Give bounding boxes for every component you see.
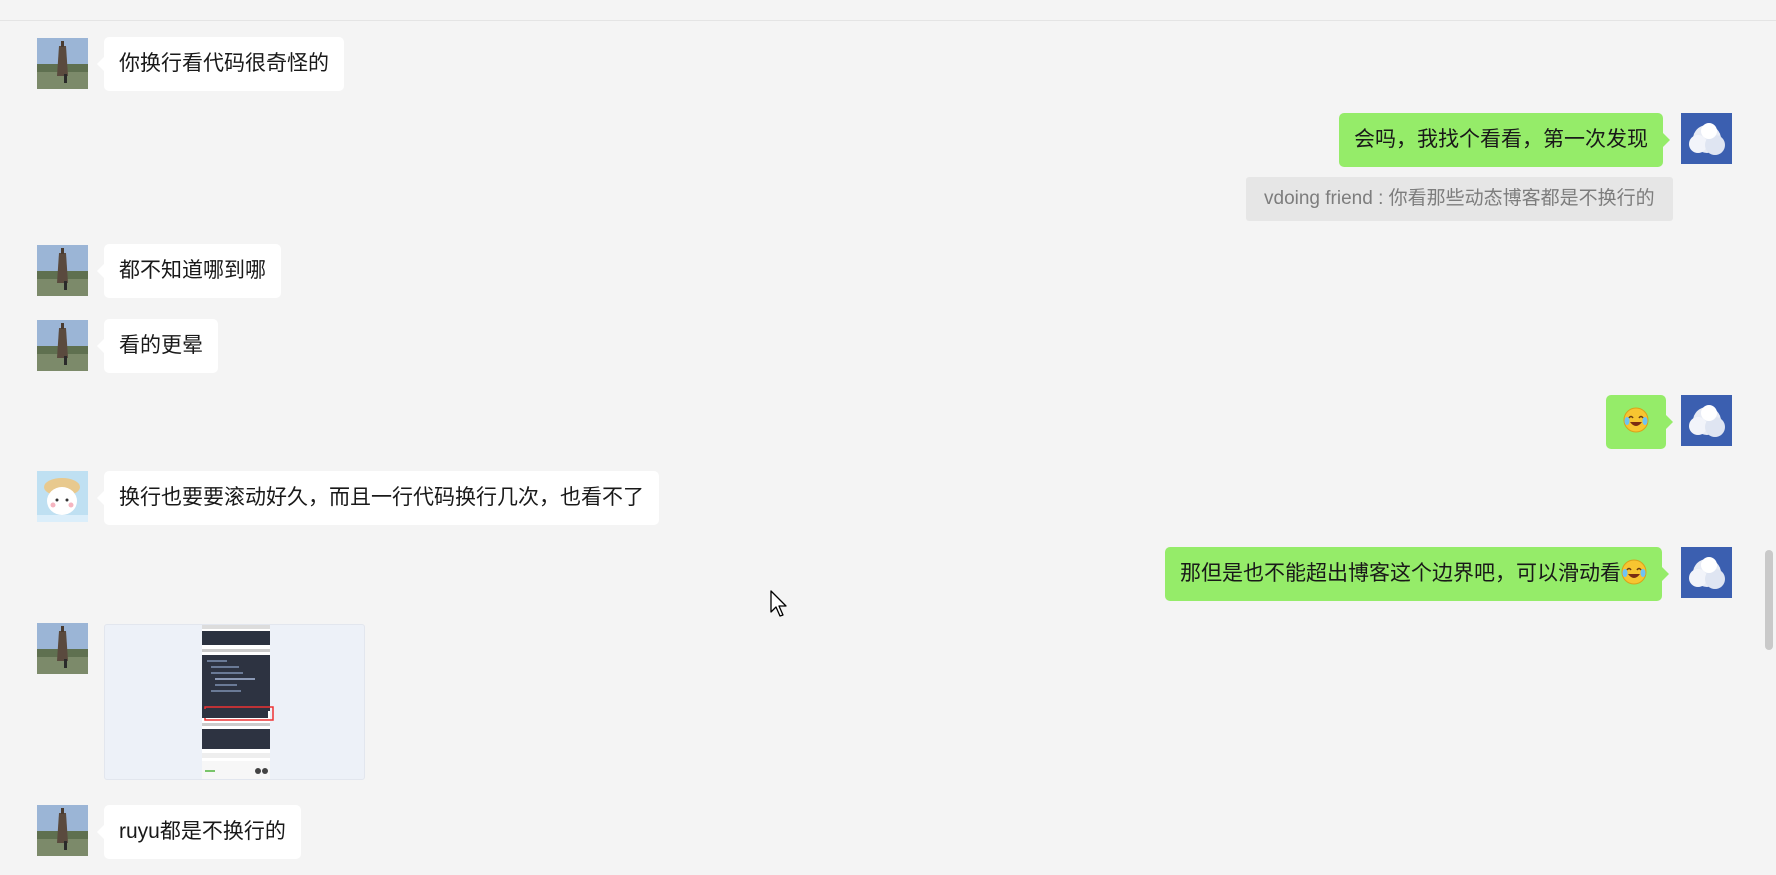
message-text: 都不知道哪到哪 [119,259,266,282]
message-text: 看的更晕 [119,334,203,357]
quote-text: vdoing friend : 你看那些动态博客都是不换行的 [1264,188,1655,209]
divider [0,20,1776,21]
image-message[interactable] [104,624,365,780]
message-bubble[interactable]: 那但是也不能超出博客这个边界吧，可以滑动看 [1165,547,1669,601]
code-screenshot-thumbnail [202,625,274,779]
sky-avatar-image [1681,547,1732,598]
sky-avatar-image [1681,395,1732,446]
message-text: ruyu都是不换行的 [119,820,286,843]
sky-avatar-image [1681,113,1732,164]
tower-avatar-image [37,320,88,371]
laughing-crying-emoji-icon [1621,559,1647,585]
message-text: 你换行看代码很奇怪的 [119,52,329,75]
message-text: 换行也要要滚动好久，而且一行代码换行几次，也看不了 [119,486,644,509]
message-bubble[interactable]: 换行也要要滚动好久，而且一行代码换行几次，也看不了 [97,471,659,525]
avatar[interactable] [1681,547,1732,598]
avatar[interactable] [37,805,88,856]
message-bubble[interactable]: 看的更晕 [97,319,218,373]
message-bubble[interactable]: 会吗，我找个看看，第一次发现 [1339,113,1670,167]
mouse-cursor-icon [770,590,787,617]
message-bubble[interactable]: ruyu都是不换行的 [97,805,301,859]
avatar[interactable] [37,245,88,296]
avatar[interactable] [37,320,88,371]
avatar[interactable] [1681,113,1732,164]
scrollbar-thumb[interactable] [1765,550,1773,650]
message-bubble[interactable] [1606,395,1673,449]
tower-avatar-image [37,805,88,856]
tower-avatar-image [37,623,88,674]
message-bubble[interactable]: 你换行看代码很奇怪的 [97,37,344,91]
tower-avatar-image [37,245,88,296]
cartoon-avatar-image [37,471,88,522]
message-bubble[interactable]: 都不知道哪到哪 [97,244,281,298]
message-text: 那但是也不能超出博客这个边界吧，可以滑动看 [1180,562,1621,585]
laughing-crying-emoji-icon [1623,407,1649,433]
tower-avatar-image [37,38,88,89]
avatar[interactable] [37,38,88,89]
chat-window: 你换行看代码很奇怪的 会吗，我找个看看，第一次发现 vdoing friend … [0,0,1776,875]
avatar[interactable] [37,623,88,674]
quoted-message[interactable]: vdoing friend : 你看那些动态博客都是不换行的 [1246,177,1673,221]
message-text: 会吗，我找个看看，第一次发现 [1354,128,1648,151]
avatar[interactable] [1681,395,1732,446]
avatar[interactable] [37,471,88,522]
